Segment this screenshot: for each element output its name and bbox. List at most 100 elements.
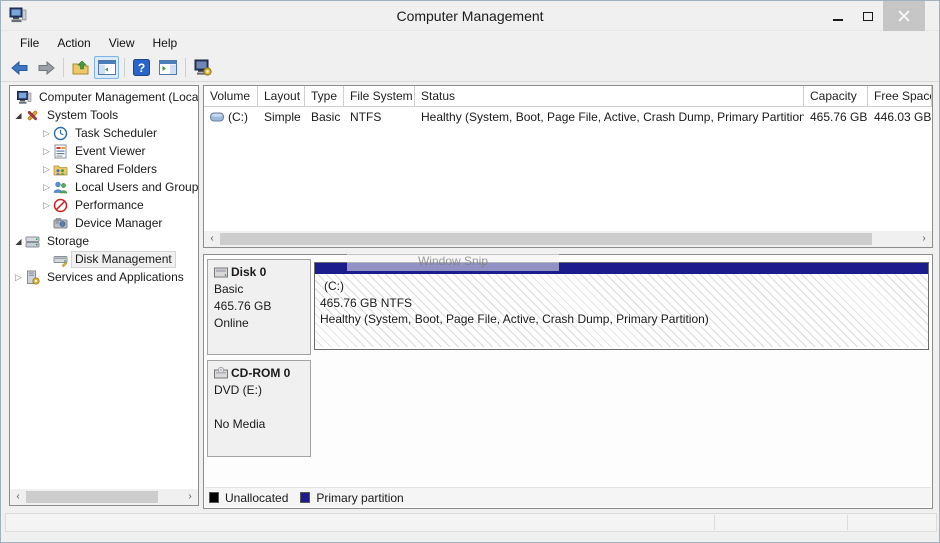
scrollbar-thumb[interactable] bbox=[26, 491, 158, 503]
window-snip-watermark: Window Snip bbox=[347, 250, 559, 271]
scrollbar-thumb[interactable] bbox=[220, 233, 872, 245]
tree-item-shared-folders[interactable]: ▷ Shared Folders bbox=[10, 160, 198, 178]
scroll-right-icon[interactable]: › bbox=[916, 231, 932, 247]
forward-button[interactable] bbox=[33, 56, 58, 79]
device-manager-icon bbox=[53, 216, 68, 231]
legend-bar: Unallocated Primary partition bbox=[205, 487, 931, 507]
title-bar: Computer Management bbox=[1, 1, 939, 31]
up-folder-icon bbox=[72, 60, 90, 76]
tree-horizontal-scrollbar[interactable]: ‹ › bbox=[10, 489, 198, 505]
tree-item-local-users-and-groups[interactable]: ▷ Local Users and Groups bbox=[10, 178, 198, 196]
back-button[interactable] bbox=[7, 56, 32, 79]
column-header-layout[interactable]: Layout bbox=[258, 86, 305, 107]
minimize-icon bbox=[833, 19, 843, 21]
scroll-right-icon[interactable]: › bbox=[182, 489, 198, 505]
tree-item-disk-management[interactable]: ▷ Disk Management bbox=[10, 250, 198, 268]
graphical-view-pane: Disk 0 Basic 465.76 GB Online (C:) 465.7… bbox=[203, 254, 933, 509]
disk-size: 465.76 GB bbox=[214, 299, 304, 313]
tree-item-label: Device Manager bbox=[73, 216, 162, 230]
storage-icon bbox=[25, 234, 40, 249]
menu-view[interactable]: View bbox=[100, 32, 144, 54]
snap-in-icon bbox=[194, 59, 212, 76]
snap-in-button[interactable] bbox=[190, 56, 215, 79]
scroll-left-icon[interactable]: ‹ bbox=[204, 231, 220, 247]
partition-size: 465.76 GB NTFS bbox=[320, 296, 412, 310]
volume-filesystem: NTFS bbox=[344, 110, 415, 124]
forward-icon bbox=[37, 61, 55, 75]
column-header-file-system[interactable]: File System bbox=[344, 86, 415, 107]
tree-item-device-manager[interactable]: ▷ Device Manager bbox=[10, 214, 198, 232]
volume-icon bbox=[210, 112, 224, 122]
show-console-tree-button[interactable] bbox=[94, 56, 119, 79]
primary-partition-swatch bbox=[300, 492, 310, 503]
expanded-triangle-icon[interactable]: ◢ bbox=[13, 111, 24, 120]
volume-type: Basic bbox=[305, 110, 344, 124]
collapsed-triangle-icon[interactable]: ▷ bbox=[41, 146, 52, 157]
column-header-status[interactable]: Status bbox=[415, 86, 804, 107]
partition-status: Healthy (System, Boot, Page File, Active… bbox=[320, 312, 709, 326]
partition-c[interactable]: (C:) 465.76 GB NTFS Healthy (System, Boo… bbox=[314, 262, 929, 350]
disk0-label-panel[interactable]: Disk 0 Basic 465.76 GB Online bbox=[207, 259, 311, 355]
system-tools-icon bbox=[25, 108, 40, 123]
volume-list-pane: Volume Layout Type File System Status Ca… bbox=[203, 85, 933, 248]
services-icon bbox=[25, 270, 40, 285]
menu-file[interactable]: File bbox=[11, 32, 48, 54]
collapsed-triangle-icon[interactable]: ▷ bbox=[41, 182, 52, 193]
expanded-triangle-icon[interactable]: ◢ bbox=[13, 237, 24, 246]
column-header-type[interactable]: Type bbox=[305, 86, 344, 107]
status-bar-divider bbox=[714, 515, 715, 530]
collapsed-triangle-icon[interactable]: ▷ bbox=[41, 164, 52, 175]
volume-row-c[interactable]: (C:) Simple Basic NTFS Healthy (System, … bbox=[204, 107, 932, 126]
local-users-icon bbox=[53, 180, 68, 195]
menu-help[interactable]: Help bbox=[144, 32, 187, 54]
cdrom-label-panel[interactable]: CD-ROM 0 DVD (E:) No Media bbox=[207, 360, 311, 457]
performance-icon bbox=[53, 198, 68, 213]
volume-status: Healthy (System, Boot, Page File, Active… bbox=[415, 110, 804, 124]
partition-name: (C:) bbox=[324, 279, 344, 293]
cdrom-type: DVD (E:) bbox=[214, 383, 304, 397]
column-header-volume[interactable]: Volume bbox=[204, 86, 258, 107]
tree-item-label: Event Viewer bbox=[73, 144, 145, 158]
minimize-button[interactable] bbox=[823, 1, 853, 31]
tree-item-storage[interactable]: ◢ Storage bbox=[10, 232, 198, 250]
partition-hatched-area: (C:) 465.76 GB NTFS Healthy (System, Boo… bbox=[315, 274, 928, 347]
column-header-free-space[interactable]: Free Space bbox=[868, 86, 932, 107]
help-button[interactable]: ? bbox=[129, 56, 154, 79]
tree-item-task-scheduler[interactable]: ▷ Task Scheduler bbox=[10, 124, 198, 142]
console-tree-icon bbox=[98, 60, 116, 75]
tree-item-computer-management[interactable]: Computer Management (Local bbox=[10, 88, 198, 106]
tree-item-label: Task Scheduler bbox=[73, 126, 157, 140]
close-icon bbox=[898, 10, 910, 22]
toolbar-separator bbox=[185, 58, 186, 77]
volume-list-header: Volume Layout Type File System Status Ca… bbox=[204, 86, 932, 107]
console-tree: Computer Management (Local ◢ System Tool… bbox=[10, 86, 198, 286]
help-icon: ? bbox=[133, 59, 150, 76]
volume-list-horizontal-scrollbar[interactable]: ‹ › bbox=[204, 231, 932, 247]
volume-free-space: 446.03 GB bbox=[868, 110, 932, 124]
computer-icon bbox=[17, 90, 32, 105]
column-header-capacity[interactable]: Capacity bbox=[804, 86, 868, 107]
tree-item-event-viewer[interactable]: ▷ Event Viewer bbox=[10, 142, 198, 160]
menu-bar: File Action View Help bbox=[1, 32, 939, 54]
tree-item-label: Storage bbox=[45, 234, 89, 248]
tree-item-label: System Tools bbox=[45, 108, 118, 122]
status-bar-divider bbox=[847, 515, 848, 530]
up-one-level-button[interactable] bbox=[68, 56, 93, 79]
disk-drive-icon bbox=[214, 267, 228, 278]
cdrom-name: CD-ROM 0 bbox=[231, 366, 290, 380]
close-button[interactable] bbox=[883, 1, 925, 31]
maximize-button[interactable] bbox=[853, 1, 883, 31]
tree-item-performance[interactable]: ▷ Performance bbox=[10, 196, 198, 214]
menu-action[interactable]: Action bbox=[48, 32, 99, 54]
tree-item-label: Local Users and Groups bbox=[73, 180, 198, 194]
collapsed-triangle-icon[interactable]: ▷ bbox=[41, 128, 52, 139]
collapsed-triangle-icon[interactable]: ▷ bbox=[13, 272, 24, 283]
tree-item-system-tools[interactable]: ◢ System Tools bbox=[10, 106, 198, 124]
collapsed-triangle-icon[interactable]: ▷ bbox=[41, 200, 52, 211]
tree-item-label: Performance bbox=[73, 198, 144, 212]
tree-item-services-and-applications[interactable]: ▷ Services and Applications bbox=[10, 268, 198, 286]
show-action-pane-button[interactable] bbox=[155, 56, 180, 79]
scroll-left-icon[interactable]: ‹ bbox=[10, 489, 26, 505]
disk-status: Online bbox=[214, 316, 304, 330]
window-title: Computer Management bbox=[1, 1, 939, 31]
